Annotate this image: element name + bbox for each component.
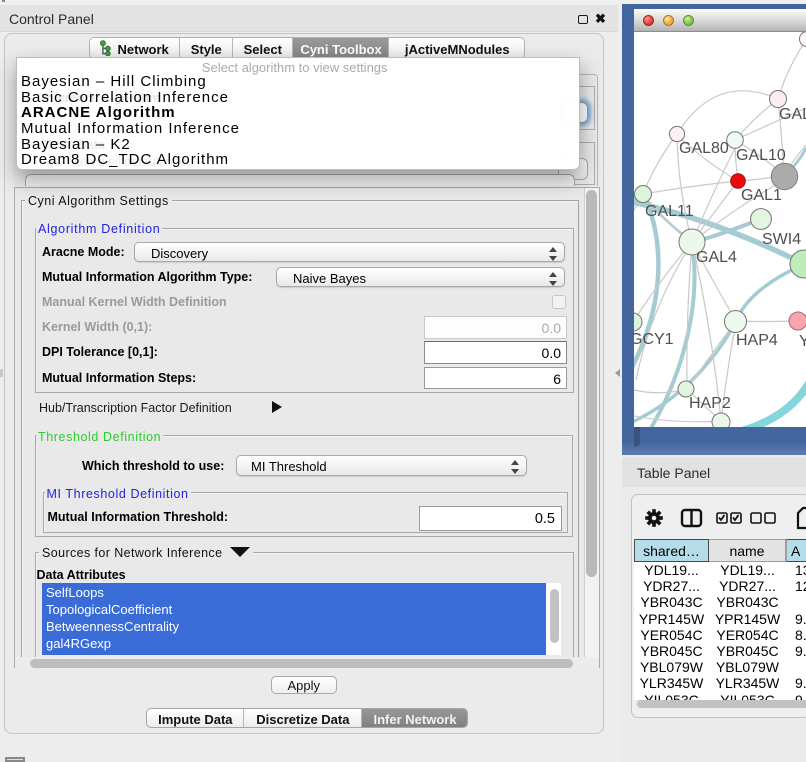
svg-text:SWI4: SWI4 <box>762 231 801 248</box>
svg-text:Y: Y <box>799 333 806 350</box>
svg-text:GAL80: GAL80 <box>679 140 729 157</box>
svg-text:GCY1: GCY1 <box>634 331 674 348</box>
svg-text:GAL7: GAL7 <box>779 106 806 123</box>
svg-text:GAL10: GAL10 <box>736 147 786 164</box>
svg-text:HAP4: HAP4 <box>736 332 778 349</box>
svg-text:HAP2: HAP2 <box>689 395 731 412</box>
svg-text:GAL11: GAL11 <box>645 203 694 220</box>
svg-text:GAL4: GAL4 <box>696 249 737 266</box>
svg-text:GAL1: GAL1 <box>741 187 782 204</box>
